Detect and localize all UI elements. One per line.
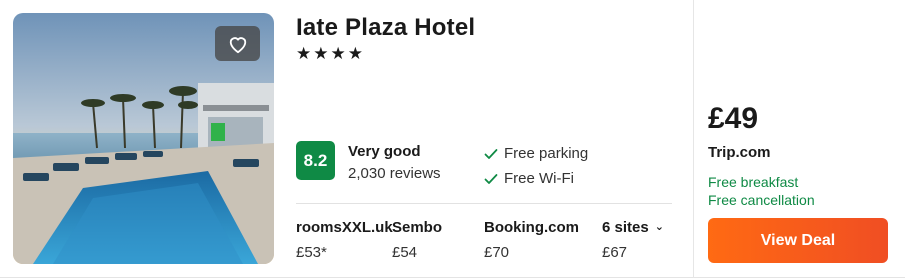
amenity-free-parking: Free parking [484, 145, 588, 162]
site-option-roomsxxl[interactable]: roomsXXL.uk £53* [296, 219, 393, 261]
more-sites-label: 6 sites [602, 219, 649, 236]
best-price: £49 [708, 102, 759, 135]
amenity-free-wifi: Free Wi-Fi [484, 170, 574, 187]
rating-score-badge: 8.2 [296, 141, 335, 180]
review-count[interactable]: 2,030 reviews [348, 165, 441, 182]
amenity-label: Free parking [504, 145, 589, 162]
view-deal-button[interactable]: View Deal [708, 218, 888, 263]
site-option-sembo[interactable]: Sembo £54 [392, 219, 442, 261]
star-rating: ★★★★ [296, 44, 365, 63]
site-name: Booking.com [484, 219, 580, 236]
check-icon [484, 173, 498, 184]
hotel-result-card: Iate Plaza Hotel ★★★★ 8.2 Very good 2,03… [0, 0, 905, 278]
site-price: £70 [484, 244, 510, 261]
check-icon [484, 148, 498, 159]
column-divider [693, 0, 694, 278]
site-option-booking[interactable]: Booking.com £70 [484, 219, 579, 261]
perk-free-cancellation: Free cancellation [708, 192, 815, 208]
favorite-button[interactable] [215, 26, 260, 61]
site-price: £54 [392, 244, 418, 261]
perk-free-breakfast: Free breakfast [708, 174, 799, 190]
rating-label: Very good [348, 143, 421, 160]
more-sites-dropdown[interactable]: 6 sites ⌄ £67 [602, 219, 664, 261]
hotel-name[interactable]: Iate Plaza Hotel [296, 14, 475, 42]
chevron-down-icon: ⌄ [654, 221, 664, 233]
site-name: roomsXXL.uk [296, 219, 393, 236]
heart-icon [229, 36, 246, 53]
divider [296, 203, 672, 204]
site-name: 6 sites ⌄ [602, 219, 664, 236]
deal-provider: Trip.com [708, 144, 771, 161]
amenity-label: Free Wi-Fi [504, 170, 574, 187]
site-price: £53* [296, 244, 327, 261]
site-name: Sembo [392, 219, 443, 236]
site-price: £67 [602, 244, 628, 261]
